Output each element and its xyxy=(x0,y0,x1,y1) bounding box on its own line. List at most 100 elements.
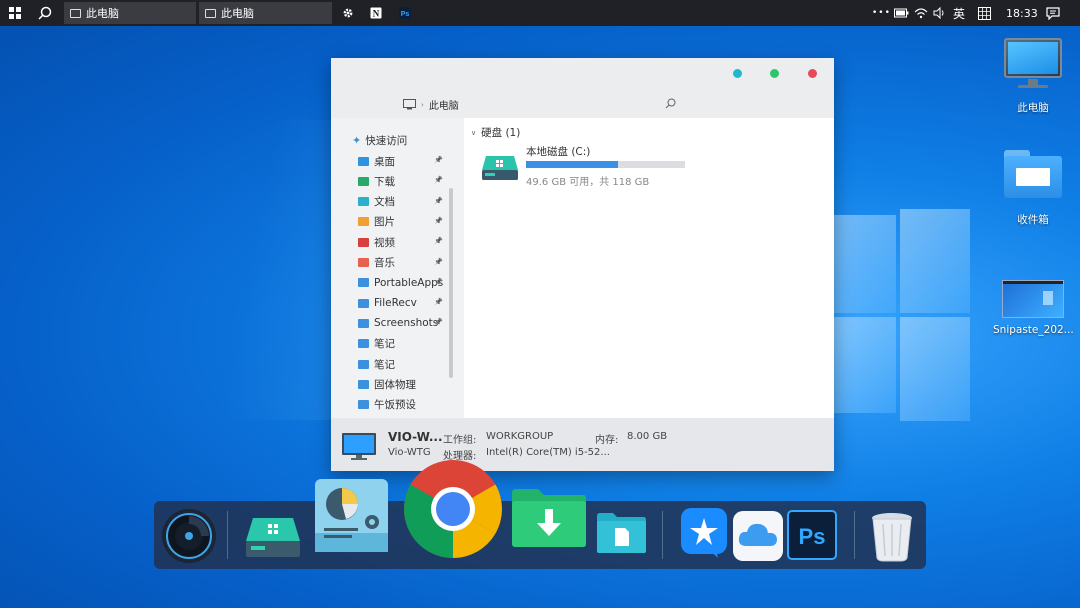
folder-icon xyxy=(358,237,369,247)
inbox-folder-icon xyxy=(1002,148,1064,202)
pin-icon[interactable]: 📌 xyxy=(434,237,443,245)
drive-c-item[interactable]: 本地磁盘 (C:) 49.6 GB 可用，共 118 GB xyxy=(480,144,690,188)
navigation-pane: ✦ 快速访问 桌面 📌 下载 📌 文档 📌 图片 📌 视频 📌 音乐 📌 PortableApps 📌 Fi… xyxy=(331,118,464,418)
window-titlebar[interactable] xyxy=(331,58,834,88)
nav-item[interactable]: 下载 xyxy=(358,173,446,189)
search-icon[interactable] xyxy=(38,0,52,26)
hard-drive-icon xyxy=(482,156,518,180)
taskbar-tab-this-pc-1[interactable]: 此电脑 xyxy=(64,2,196,24)
memory-value: 8.00 GB xyxy=(627,431,668,442)
folder-icon xyxy=(358,217,369,227)
drive-manager-icon[interactable] xyxy=(244,515,302,561)
dock-divider xyxy=(227,511,228,559)
photoshop-icon[interactable]: Ps xyxy=(787,510,837,560)
folder-icon xyxy=(358,318,369,328)
nav-item-label: 笔记 xyxy=(374,358,395,371)
nav-item[interactable]: 音乐 xyxy=(358,255,446,271)
pin-icon[interactable]: 📌 xyxy=(434,278,443,286)
content-pane: ∨ 硬盘 (1) 本地磁盘 (C:) 49.6 GB 可用，共 118 GB xyxy=(464,118,834,418)
taskbar-tab-this-pc-2[interactable]: 此电脑 xyxy=(199,2,332,24)
breadcrumb[interactable]: › 此电脑 xyxy=(403,97,459,112)
taskbar-tab-label: 此电脑 xyxy=(221,7,254,20)
folder-icon xyxy=(358,359,369,369)
nav-item[interactable]: 视频 xyxy=(358,234,446,250)
disc-player-icon[interactable] xyxy=(161,508,217,564)
start-icon[interactable] xyxy=(9,0,21,26)
desktop-icon-snipaste[interactable]: Snipaste_202... xyxy=(993,280,1074,336)
ime-indicator[interactable]: 英 xyxy=(953,0,965,26)
monitor-icon xyxy=(403,99,416,110)
tray-overflow-icon[interactable]: ••• xyxy=(872,0,891,26)
wifi-icon[interactable] xyxy=(914,0,928,26)
downloads-folder-icon[interactable] xyxy=(510,487,588,549)
nav-item[interactable]: 固体物理 xyxy=(358,376,446,392)
section-header[interactable]: ∨ 硬盘 (1) xyxy=(471,125,520,140)
folder-icon xyxy=(358,379,369,389)
minimize-button[interactable] xyxy=(733,69,742,78)
clock-time: 18:33 xyxy=(1006,6,1038,20)
nav-item[interactable]: 图片 xyxy=(358,214,446,230)
desktop-icon-this-pc[interactable]: 此电脑 xyxy=(993,36,1073,115)
action-center-icon[interactable] xyxy=(1046,0,1060,26)
pin-icon[interactable]: 📌 xyxy=(434,156,443,164)
address-bar: › 此电脑 xyxy=(331,88,834,118)
system-monitor-icon[interactable] xyxy=(314,478,389,553)
clock[interactable]: 18:33 xyxy=(1006,0,1038,26)
folder-icon xyxy=(358,258,369,267)
pin-icon[interactable]: 📌 xyxy=(434,176,443,184)
nav-item[interactable]: 午饭预设 xyxy=(358,397,446,413)
folder-icon xyxy=(358,400,369,410)
section-title: 硬盘 (1) xyxy=(481,127,521,139)
dingtalk-icon[interactable] xyxy=(680,507,728,559)
chrome-icon[interactable] xyxy=(403,459,503,559)
desktop-icon-label: Snipaste_202... xyxy=(993,324,1074,336)
documents-folder-icon[interactable] xyxy=(595,512,647,554)
nav-item-label: 午饭预设 xyxy=(374,399,416,412)
quick-access-header[interactable]: ✦ 快速访问 xyxy=(352,133,407,148)
notion-icon[interactable]: N xyxy=(370,0,382,26)
nav-item-label: 固体物理 xyxy=(374,378,416,391)
trash-icon[interactable] xyxy=(869,510,915,562)
navigation-scrollbar[interactable] xyxy=(449,188,453,378)
workgroup-label: 工作组: xyxy=(443,435,477,446)
nav-item[interactable]: 笔记 xyxy=(358,336,446,352)
monitor-icon xyxy=(70,8,81,18)
pin-icon[interactable]: 📌 xyxy=(434,258,443,266)
nav-item[interactable]: 桌面 xyxy=(358,153,446,169)
keyboard-icon[interactable] xyxy=(978,0,991,26)
volume-icon[interactable] xyxy=(933,0,946,26)
dock-divider xyxy=(854,511,855,559)
nav-item-label: PortableApps xyxy=(374,276,444,289)
drive-detail: 49.6 GB 可用，共 118 GB xyxy=(526,177,650,188)
nav-item[interactable]: PortableApps xyxy=(358,275,446,291)
battery-icon[interactable] xyxy=(894,0,909,26)
nav-item[interactable]: 笔记 xyxy=(358,356,446,372)
gear-icon[interactable] xyxy=(342,0,354,26)
nav-item-label: 文档 xyxy=(374,196,395,209)
pin-icon[interactable]: 📌 xyxy=(434,217,443,225)
pin-icon[interactable]: 📌 xyxy=(434,197,443,205)
drive-usage-bar xyxy=(526,161,685,168)
nav-item-label: 图片 xyxy=(374,216,395,229)
nav-item[interactable]: 文档 xyxy=(358,194,446,210)
nav-item-label: Screenshots xyxy=(374,317,439,330)
desktop-icon-label: 收件箱 xyxy=(1017,214,1049,226)
pin-icon[interactable]: 📌 xyxy=(434,318,443,326)
breadcrumb-label: 此电脑 xyxy=(428,101,459,112)
pin-icon[interactable]: 📌 xyxy=(434,298,443,306)
maximize-button[interactable] xyxy=(770,69,779,78)
search-box[interactable] xyxy=(665,96,775,110)
nav-item-label: FileRecv xyxy=(374,297,417,310)
computer-icon xyxy=(342,433,376,460)
close-button[interactable] xyxy=(808,69,817,78)
nav-item-label: 下载 xyxy=(374,175,395,188)
pin-icon: ✦ xyxy=(352,134,362,147)
folder-icon xyxy=(358,197,369,207)
photoshop-taskbar-icon[interactable]: Ps xyxy=(399,0,411,26)
tray-more-label: ••• xyxy=(872,8,891,18)
explorer-window: › 此电脑 ✦ 快速访问 桌面 📌 下载 📌 文档 📌 图片 📌 视频 📌 音乐 📌 PortableA… xyxy=(331,58,834,471)
nav-item[interactable]: FileRecv xyxy=(358,295,446,311)
icloud-icon[interactable] xyxy=(732,510,784,562)
nav-item[interactable]: Screenshots xyxy=(358,315,446,331)
desktop-icon-inbox[interactable]: 收件箱 xyxy=(993,148,1073,227)
